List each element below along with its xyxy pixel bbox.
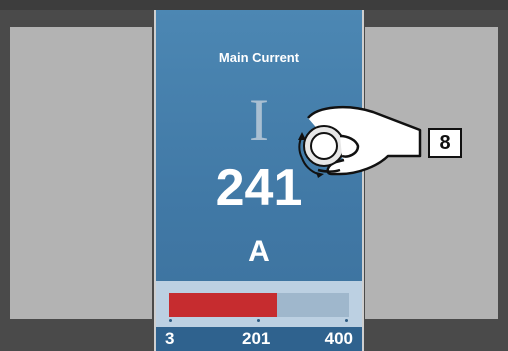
left-panel [10,27,152,319]
measurement-title: Main Current [218,50,300,65]
gauge-tick-min [169,319,172,322]
rotary-knob-turn-icon[interactable] [288,100,428,186]
step-number-badge: 8 [428,128,462,158]
device-frame-top [0,0,508,10]
gauge-ticks [169,319,349,323]
gauge-min-label: 3 [165,329,175,348]
gauge-max-label: 400 [324,329,353,348]
gauge-track [169,293,349,317]
gauge-scale: 3 201 400 [156,327,362,351]
gauge-mid-label: 201 [242,329,271,348]
gauge-tick-max [345,319,348,322]
bar-gauge: 3 201 400 [156,281,362,351]
gauge-tick-mid [257,319,260,322]
current-unit: A [248,235,270,268]
gauge-fill [169,293,277,317]
